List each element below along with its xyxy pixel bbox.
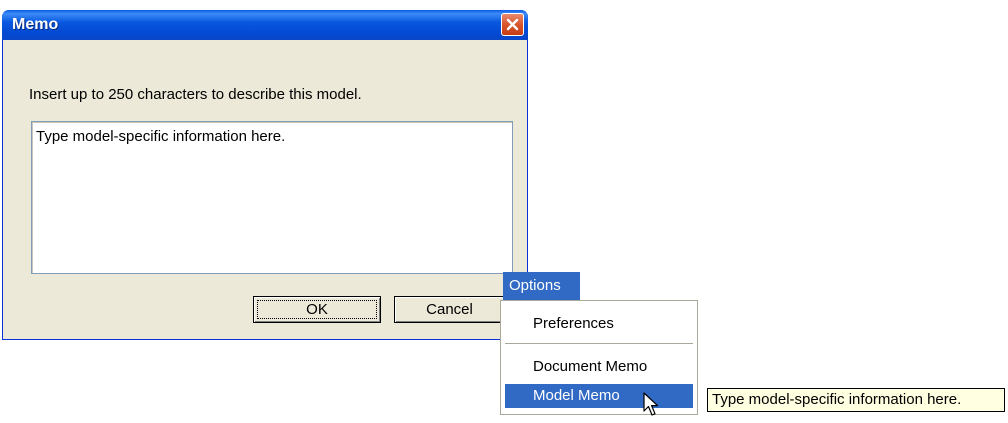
menu-item-model-memo[interactable]: Model Memo: [505, 384, 693, 408]
memo-text: Type model-specific information here.: [36, 128, 286, 145]
close-button[interactable]: [501, 13, 524, 36]
cancel-button[interactable]: Cancel: [394, 296, 504, 323]
ok-button[interactable]: OK: [253, 296, 381, 323]
dialog-title: Memo: [12, 16, 59, 33]
memo-textarea[interactable]: Type model-specific information here.: [31, 121, 513, 274]
menu-item-document-memo[interactable]: Document Memo: [505, 355, 693, 379]
tooltip: Type model-specific information here.: [707, 388, 1005, 412]
cancel-button-label: Cancel: [426, 301, 473, 318]
memo-dialog: Memo Insert up to 250 characters to desc…: [2, 10, 528, 340]
options-menu-title[interactable]: Options: [503, 272, 580, 300]
title-bar[interactable]: Memo: [2, 10, 528, 40]
options-menu: Preferences Document Memo Model Memo: [500, 300, 698, 415]
close-icon: [506, 18, 519, 31]
menu-separator: [505, 343, 693, 344]
focus-rectangle: [257, 300, 377, 319]
memo-prompt: Insert up to 250 characters to describe …: [29, 86, 362, 103]
menu-item-preferences[interactable]: Preferences: [505, 312, 693, 336]
mouse-pointer-icon: [643, 392, 659, 416]
